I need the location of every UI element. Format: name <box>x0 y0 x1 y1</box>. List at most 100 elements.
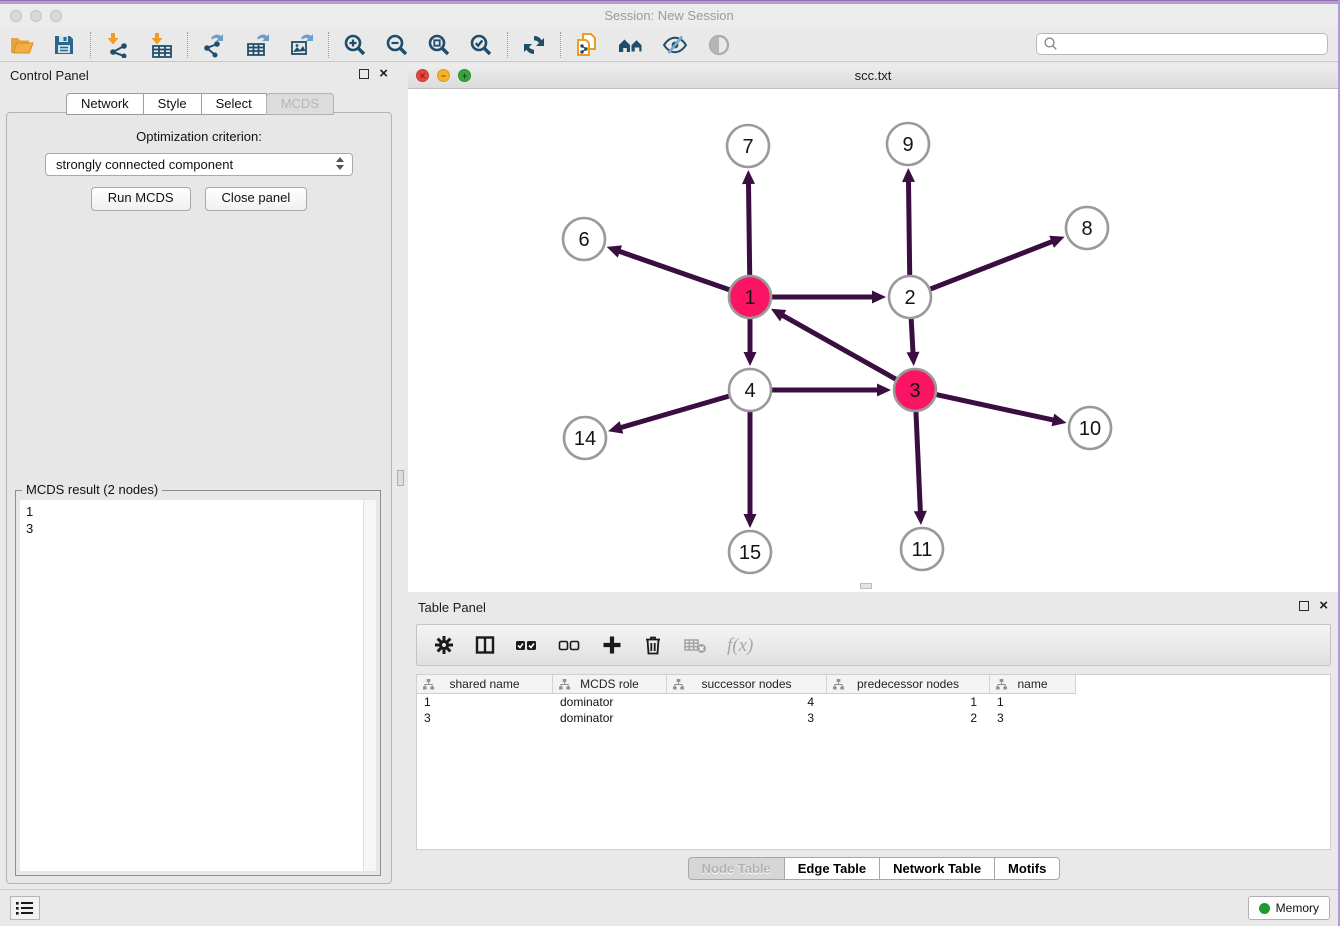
node-label: 4 <box>744 380 755 402</box>
tab-edge-table[interactable]: Edge Table <box>784 857 880 880</box>
close-table-panel-icon[interactable]: × <box>1319 601 1328 611</box>
table-panel-title: Table Panel <box>418 600 486 615</box>
table-row[interactable]: 3dominator323 <box>417 710 1330 726</box>
result-scrollbar[interactable] <box>363 500 376 871</box>
table-cell[interactable]: 3 <box>417 710 553 726</box>
edge-2-3[interactable] <box>911 314 913 355</box>
search-icon <box>1043 36 1059 52</box>
delete-column-icon[interactable] <box>642 634 664 656</box>
application-window: Session: New Session <box>0 0 1340 926</box>
table-cell[interactable]: dominator <box>553 710 667 726</box>
zoom-in-icon[interactable] <box>341 32 369 58</box>
edge-1-7[interactable] <box>748 181 749 280</box>
node-label: 9 <box>902 134 913 156</box>
export-image-icon[interactable] <box>288 32 316 58</box>
run-mcds-button[interactable]: Run MCDS <box>91 187 191 211</box>
list-icon <box>15 900 35 916</box>
table-cell[interactable]: 1 <box>990 694 1076 710</box>
tab-mcds[interactable]: MCDS <box>266 93 334 115</box>
criterion-dropdown[interactable]: strongly connected component <box>45 153 353 176</box>
tab-style[interactable]: Style <box>143 93 202 115</box>
edge-3-1[interactable] <box>780 314 900 381</box>
memory-button[interactable]: Memory <box>1248 896 1330 920</box>
edge-4-14[interactable] <box>619 395 734 428</box>
task-history-button[interactable] <box>10 896 40 920</box>
settings-icon[interactable] <box>433 634 455 656</box>
node-label: 3 <box>909 380 920 402</box>
panel-splitter-handle[interactable] <box>397 470 404 486</box>
first-neighbors-icon[interactable] <box>617 32 645 58</box>
edge-arrowhead-icon <box>744 514 757 528</box>
export-network-icon[interactable] <box>200 32 228 58</box>
table-cell[interactable]: 1 <box>417 694 553 710</box>
column-header-shared-name[interactable]: shared name <box>417 675 553 694</box>
network-splitter-handle[interactable] <box>860 583 872 589</box>
node-table-body: 1dominator4113dominator323 <box>417 694 1330 726</box>
function-builder-icon[interactable]: f(x) <box>726 633 760 657</box>
table-cell[interactable]: 3 <box>990 710 1076 726</box>
tab-motifs[interactable]: Motifs <box>994 857 1060 880</box>
hide-selected-icon[interactable] <box>661 32 689 58</box>
float-panel-icon[interactable] <box>359 69 369 79</box>
edge-2-8[interactable] <box>926 241 1055 291</box>
table-row[interactable]: 1dominator411 <box>417 694 1330 710</box>
open-file-icon[interactable] <box>8 32 36 58</box>
tab-network-table[interactable]: Network Table <box>879 857 995 880</box>
table-cell[interactable]: 4 <box>667 694 827 710</box>
mcds-result-title: MCDS result (2 nodes) <box>22 482 162 497</box>
close-panel-button[interactable]: Close panel <box>205 187 308 211</box>
tab-network[interactable]: Network <box>66 93 144 115</box>
save-session-icon[interactable] <box>50 32 78 58</box>
control-panel-title: Control Panel <box>10 68 89 83</box>
column-header-predecessor-nodes[interactable]: predecessor nodes <box>827 675 990 694</box>
network-window-titlebar[interactable]: ✕ − + scc.txt <box>408 64 1338 89</box>
dropdown-stepper-icon[interactable] <box>336 157 344 170</box>
delete-table-icon[interactable] <box>683 634 707 656</box>
import-table-icon[interactable] <box>147 32 175 58</box>
svg-text:f(x): f(x) <box>727 635 753 656</box>
toolbar-separator <box>90 32 91 58</box>
add-column-icon[interactable] <box>601 634 623 656</box>
edge-1-6[interactable] <box>617 251 734 292</box>
table-panel: Table Panel × <box>408 594 1340 888</box>
status-bar: Memory <box>0 889 1338 926</box>
edge-arrowhead-icon <box>607 245 622 257</box>
search-box[interactable] <box>1036 33 1328 55</box>
table-tabs: Node TableEdge TableNetwork TableMotifs <box>408 857 1340 880</box>
tab-node-table[interactable]: Node Table <box>688 857 785 880</box>
unselect-all-checkboxes-icon[interactable] <box>558 634 582 656</box>
edge-arrowhead-icon <box>914 511 927 525</box>
network-canvas[interactable]: 1234678910111415 <box>408 88 1338 591</box>
node-label: 11 <box>912 539 933 561</box>
split-columns-icon[interactable] <box>474 634 496 656</box>
close-panel-icon[interactable]: × <box>379 69 388 79</box>
duplicate-network-icon[interactable] <box>573 32 601 58</box>
edge-arrowhead-icon <box>906 352 919 366</box>
select-all-checkboxes-icon[interactable] <box>515 634 539 656</box>
import-network-icon[interactable] <box>103 32 131 58</box>
mcds-panel: Optimization criterion: strongly connect… <box>6 112 392 884</box>
edge-3-11[interactable] <box>916 407 921 514</box>
control-panel-tabs: NetworkStyleSelectMCDS <box>0 93 400 115</box>
table-cell[interactable]: 3 <box>667 710 827 726</box>
search-input[interactable] <box>1059 35 1327 53</box>
column-header-name[interactable]: name <box>990 675 1076 694</box>
edge-3-10[interactable] <box>932 394 1056 421</box>
node-label: 14 <box>574 428 596 450</box>
refresh-view-icon[interactable] <box>520 32 548 58</box>
table-cell[interactable]: 2 <box>827 710 990 726</box>
zoom-fit-icon[interactable] <box>425 32 453 58</box>
control-panel: Control Panel × NetworkStyleSelectMCDS O… <box>0 62 400 888</box>
mcds-result-text[interactable]: 1 3 <box>20 500 364 871</box>
zoom-out-icon[interactable] <box>383 32 411 58</box>
table-cell[interactable]: dominator <box>553 694 667 710</box>
tab-select[interactable]: Select <box>201 93 267 115</box>
column-header-successor-nodes[interactable]: successor nodes <box>667 675 827 694</box>
zoom-selected-icon[interactable] <box>467 32 495 58</box>
float-table-panel-icon[interactable] <box>1299 601 1309 611</box>
edge-2-9[interactable] <box>908 179 909 280</box>
export-table-icon[interactable] <box>244 32 272 58</box>
show-all-icon[interactable] <box>705 32 733 58</box>
column-header-MCDS-role[interactable]: MCDS role <box>553 675 667 694</box>
table-cell[interactable]: 1 <box>827 694 990 710</box>
